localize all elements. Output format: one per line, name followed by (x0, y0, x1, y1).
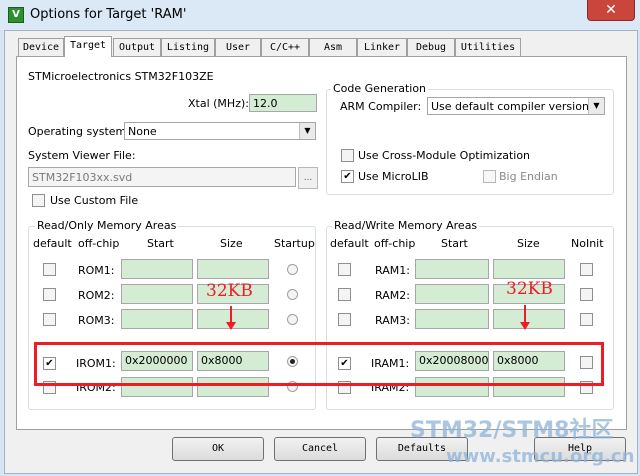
ram3-default-checkbox[interactable] (338, 313, 351, 326)
ram3-label: RAM3: (375, 314, 410, 327)
compiler-label: ARM Compiler: (340, 100, 422, 113)
microlib-checkbox[interactable]: ✔ (341, 170, 354, 183)
watermark-line1: STM32/STM8社区 (410, 418, 614, 443)
highlight-box (34, 342, 604, 386)
close-button[interactable]: ✕ (587, 0, 635, 21)
rom2-default-checkbox[interactable] (43, 288, 56, 301)
keil-app-icon: V (8, 7, 24, 23)
ram-header-default: default (330, 237, 369, 250)
ram2-noinit-checkbox[interactable] (580, 288, 593, 301)
rom-size-annotation: 32KB (206, 281, 253, 301)
compiler-select-value: Use default compiler version 5 (431, 100, 600, 113)
tab-debug[interactable]: Debug (407, 38, 455, 56)
ram2-label: RAM2: (375, 289, 410, 302)
chevron-down-icon[interactable]: ▼ (588, 98, 604, 114)
ram3-noinit-checkbox[interactable] (580, 313, 593, 326)
rom1-start-input[interactable] (121, 259, 193, 279)
ram-area-title: Read/Write Memory Areas (332, 219, 480, 232)
os-select[interactable]: None ▼ (124, 122, 316, 140)
arrow-down-icon (226, 322, 236, 330)
rom2-label: ROM2: (78, 289, 115, 302)
xtal-label: Xtal (MHz): (188, 97, 249, 110)
ram2-start-input[interactable] (415, 284, 489, 304)
arrow-down-icon (520, 322, 530, 330)
code-generation-title: Code Generation (331, 82, 429, 95)
svd-file-input[interactable]: STM32F103xx.svd (28, 167, 296, 187)
ram1-start-input[interactable] (415, 259, 489, 279)
tab-c-cpp[interactable]: C/C++ (261, 38, 309, 56)
tab-listing[interactable]: Listing (161, 38, 215, 56)
cross-module-checkbox[interactable] (341, 149, 354, 162)
ram1-size-input[interactable] (493, 259, 565, 279)
rom1-size-input[interactable] (197, 259, 269, 279)
check-icon: ✔ (343, 171, 352, 182)
rom3-start-input[interactable] (121, 309, 193, 329)
tab-linker[interactable]: Linker (357, 38, 407, 56)
microlib-label: Use MicroLIB (358, 170, 429, 183)
ram1-label: RAM1: (375, 264, 410, 277)
tab-asm[interactable]: Asm (309, 38, 357, 56)
chevron-down-icon[interactable]: ▼ (299, 123, 315, 139)
rom1-startup-radio[interactable] (287, 264, 298, 275)
ram-size-annotation: 32KB (506, 279, 553, 299)
os-select-value: None (128, 125, 157, 138)
ram1-noinit-checkbox[interactable] (580, 263, 593, 276)
big-endian-label: Big Endian (499, 170, 558, 183)
ram-header-offchip: off-chip (374, 237, 416, 250)
title-bar[interactable]: V Options for Target 'RAM' ✕ (0, 0, 640, 30)
os-label: Operating system: (28, 125, 130, 138)
tab-device[interactable]: Device (18, 38, 64, 56)
rom-header-default: default (33, 237, 72, 250)
ram3-start-input[interactable] (415, 309, 489, 329)
svd-browse-button[interactable]: ... (298, 167, 318, 189)
cancel-button[interactable]: Cancel (274, 437, 366, 461)
rom-header-offchip: off-chip (78, 237, 120, 250)
rom-area-title: Read/Only Memory Areas (35, 219, 179, 232)
ram2-default-checkbox[interactable] (338, 288, 351, 301)
tab-user[interactable]: User (215, 38, 261, 56)
ram-header-size: Size (517, 237, 540, 250)
rom2-startup-radio[interactable] (287, 289, 298, 300)
ok-button[interactable]: OK (172, 437, 264, 461)
rom3-default-checkbox[interactable] (43, 313, 56, 326)
custom-file-checkbox[interactable] (32, 194, 45, 207)
tab-target[interactable]: Target (64, 36, 112, 57)
custom-file-label: Use Custom File (50, 194, 139, 207)
ram-header-start: Start (441, 237, 468, 250)
rom-header-start: Start (147, 237, 174, 250)
cross-module-label: Use Cross-Module Optimization (358, 149, 531, 162)
device-name: STMicroelectronics STM32F103ZE (28, 70, 214, 83)
watermark-line2: www.stmcu.org.cn (446, 446, 635, 467)
tab-utilities[interactable]: Utilities (455, 38, 521, 56)
big-endian-checkbox[interactable] (483, 170, 496, 183)
rom3-startup-radio[interactable] (287, 314, 298, 325)
compiler-select[interactable]: Use default compiler version 5 ▼ (427, 97, 605, 115)
rom1-label: ROM1: (78, 264, 115, 277)
window-title: Options for Target 'RAM' (30, 7, 187, 22)
svd-label: System Viewer File: (28, 149, 136, 162)
xtal-input[interactable]: 12.0 (249, 94, 317, 112)
rom-header-startup: Startup (274, 237, 315, 250)
ram-header-noinit: NoInit (571, 237, 604, 250)
rom2-start-input[interactable] (121, 284, 193, 304)
tab-output[interactable]: Output (113, 38, 161, 56)
rom-header-size: Size (220, 237, 243, 250)
rom3-label: ROM3: (78, 314, 115, 327)
ram1-default-checkbox[interactable] (338, 263, 351, 276)
rom1-default-checkbox[interactable] (43, 263, 56, 276)
